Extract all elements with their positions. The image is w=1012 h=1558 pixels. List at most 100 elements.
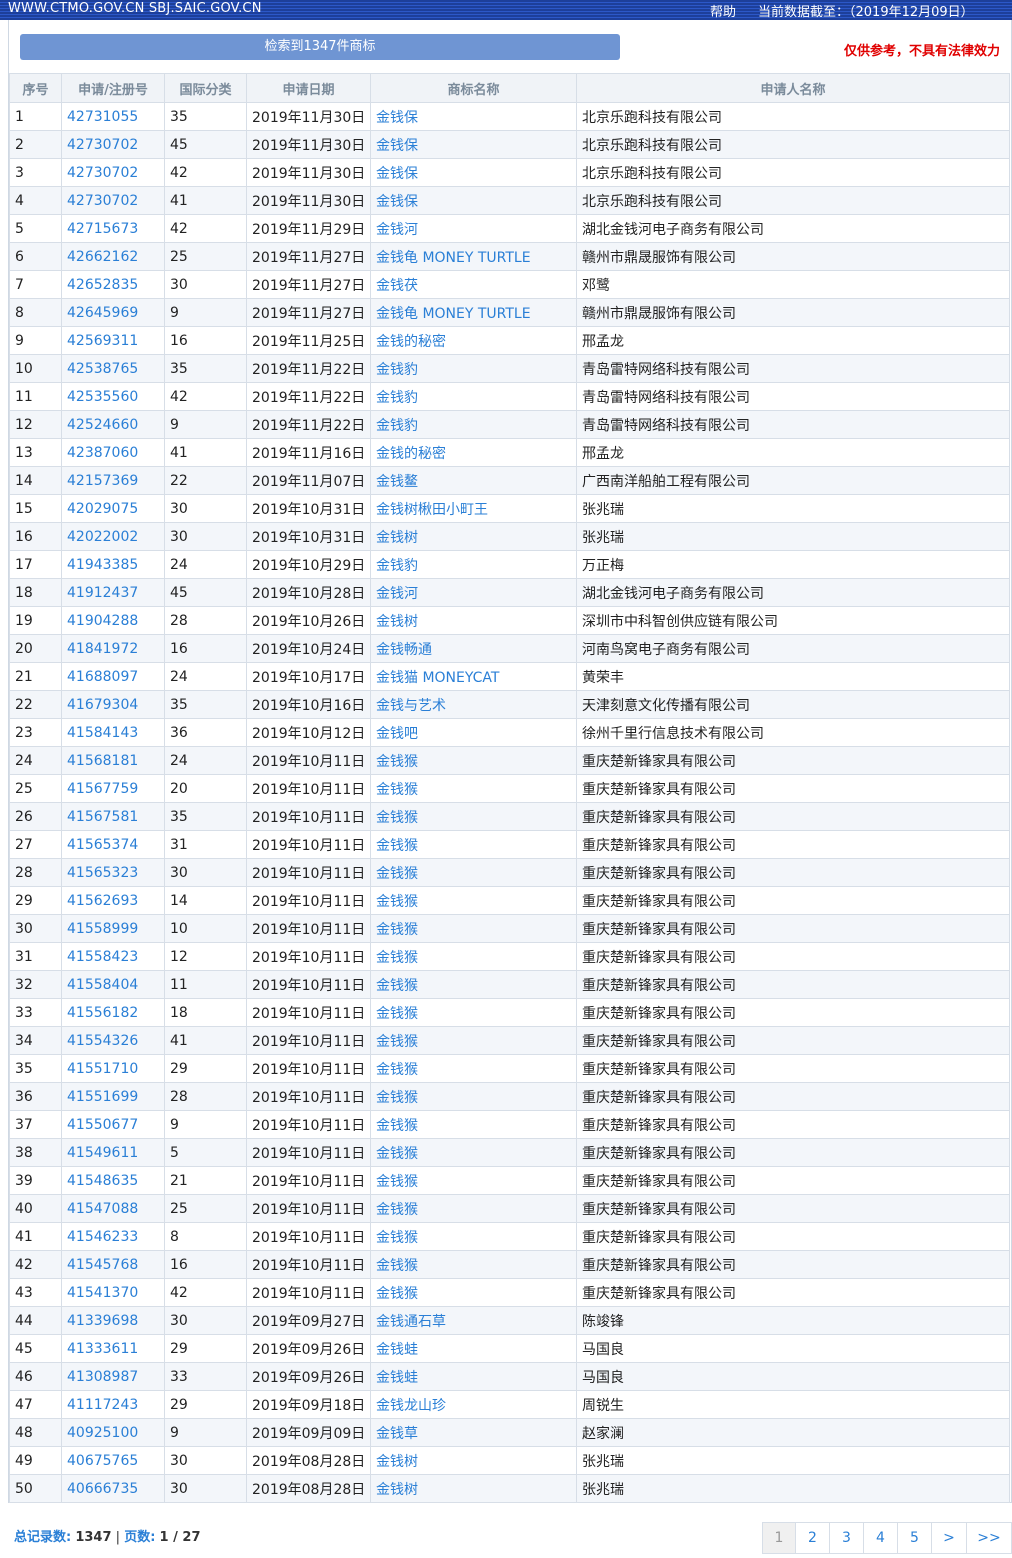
page-current[interactable]: 1 xyxy=(762,1522,796,1554)
reg-number-link[interactable]: 42524660 xyxy=(61,410,165,439)
reg-number-link[interactable]: 42715673 xyxy=(61,214,165,243)
mark-name-link[interactable]: 金钱河 xyxy=(370,578,577,607)
page-link[interactable]: 3 xyxy=(829,1522,864,1554)
mark-name-link[interactable]: 金钱猴 xyxy=(370,914,577,943)
reg-number-link[interactable]: 41333611 xyxy=(61,1334,165,1363)
reg-number-link[interactable]: 42029075 xyxy=(61,494,165,523)
reg-number-link[interactable]: 42535560 xyxy=(61,382,165,411)
mark-name-link[interactable]: 金钱的秘密 xyxy=(370,326,577,355)
reg-number-link[interactable]: 41562693 xyxy=(61,886,165,915)
mark-name-link[interactable]: 金钱猴 xyxy=(370,1082,577,1111)
reg-number-link[interactable]: 41547088 xyxy=(61,1194,165,1223)
mark-name-link[interactable]: 金钱龟 MONEY TURTLE xyxy=(370,298,577,327)
mark-name-link[interactable]: 金钱豹 xyxy=(370,382,577,411)
page-link[interactable]: 2 xyxy=(795,1522,830,1554)
mark-name-link[interactable]: 金钱猴 xyxy=(370,1054,577,1083)
mark-name-link[interactable]: 金钱树 xyxy=(370,606,577,635)
reg-number-link[interactable]: 41549611 xyxy=(61,1138,165,1167)
reg-number-link[interactable]: 42157369 xyxy=(61,466,165,495)
reg-number-link[interactable]: 41308987 xyxy=(61,1362,165,1391)
mark-name-link[interactable]: 金钱鳌 xyxy=(370,466,577,495)
reg-number-link[interactable]: 42538765 xyxy=(61,354,165,383)
reg-number-link[interactable]: 41567581 xyxy=(61,802,165,831)
mark-name-link[interactable]: 金钱猫 MONEYCAT xyxy=(370,662,577,691)
mark-name-link[interactable]: 金钱龟 MONEY TURTLE xyxy=(370,242,577,271)
reg-number-link[interactable]: 41904288 xyxy=(61,606,165,635)
mark-name-link[interactable]: 金钱猴 xyxy=(370,886,577,915)
mark-name-link[interactable]: 金钱河 xyxy=(370,214,577,243)
mark-name-link[interactable]: 金钱保 xyxy=(370,130,577,159)
reg-number-link[interactable]: 41117243 xyxy=(61,1390,165,1419)
reg-number-link[interactable]: 41554326 xyxy=(61,1026,165,1055)
reg-number-link[interactable]: 41565323 xyxy=(61,858,165,887)
mark-name-link[interactable]: 金钱蛙 xyxy=(370,1334,577,1363)
mark-name-link[interactable]: 金钱蛙 xyxy=(370,1362,577,1391)
reg-number-link[interactable]: 41556182 xyxy=(61,998,165,1027)
reg-number-link[interactable]: 41551699 xyxy=(61,1082,165,1111)
mark-name-link[interactable]: 金钱草 xyxy=(370,1418,577,1447)
mark-name-link[interactable]: 金钱保 xyxy=(370,158,577,187)
mark-name-link[interactable]: 金钱畅通 xyxy=(370,634,577,663)
mark-name-link[interactable]: 金钱猴 xyxy=(370,1222,577,1251)
reg-number-link[interactable]: 42022002 xyxy=(61,522,165,551)
reg-number-link[interactable]: 41841972 xyxy=(61,634,165,663)
mark-name-link[interactable]: 金钱树 xyxy=(370,1474,577,1503)
reg-number-link[interactable]: 42652835 xyxy=(61,270,165,299)
reg-number-link[interactable]: 41551710 xyxy=(61,1054,165,1083)
page-link[interactable]: 4 xyxy=(863,1522,898,1554)
mark-name-link[interactable]: 金钱树 xyxy=(370,1446,577,1475)
reg-number-link[interactable]: 41943385 xyxy=(61,550,165,579)
mark-name-link[interactable]: 金钱保 xyxy=(370,102,577,131)
mark-name-link[interactable]: 金钱树楸田小町王 xyxy=(370,494,577,523)
reg-number-link[interactable]: 42730702 xyxy=(61,130,165,159)
reg-number-link[interactable]: 41541370 xyxy=(61,1278,165,1307)
reg-number-link[interactable]: 41546233 xyxy=(61,1222,165,1251)
reg-number-link[interactable]: 41550677 xyxy=(61,1110,165,1139)
reg-number-link[interactable]: 42387060 xyxy=(61,438,165,467)
mark-name-link[interactable]: 金钱豹 xyxy=(370,410,577,439)
reg-number-link[interactable]: 42730702 xyxy=(61,186,165,215)
reg-number-link[interactable]: 41558404 xyxy=(61,970,165,999)
page-link[interactable]: 5 xyxy=(897,1522,932,1554)
mark-name-link[interactable]: 金钱猴 xyxy=(370,830,577,859)
reg-number-link[interactable]: 41558423 xyxy=(61,942,165,971)
reg-number-link[interactable]: 40925100 xyxy=(61,1418,165,1447)
mark-name-link[interactable]: 金钱树 xyxy=(370,522,577,551)
reg-number-link[interactable]: 41567759 xyxy=(61,774,165,803)
mark-name-link[interactable]: 金钱豹 xyxy=(370,550,577,579)
mark-name-link[interactable]: 金钱猴 xyxy=(370,1110,577,1139)
mark-name-link[interactable]: 金钱猴 xyxy=(370,774,577,803)
reg-number-link[interactable]: 42645969 xyxy=(61,298,165,327)
reg-number-link[interactable]: 41584143 xyxy=(61,718,165,747)
mark-name-link[interactable]: 金钱猴 xyxy=(370,858,577,887)
mark-name-link[interactable]: 金钱猴 xyxy=(370,1250,577,1279)
mark-name-link[interactable]: 金钱的秘密 xyxy=(370,438,577,467)
mark-name-link[interactable]: 金钱猴 xyxy=(370,1194,577,1223)
mark-name-link[interactable]: 金钱猴 xyxy=(370,970,577,999)
mark-name-link[interactable]: 金钱与艺术 xyxy=(370,690,577,719)
reg-number-link[interactable]: 41679304 xyxy=(61,690,165,719)
help-link[interactable]: 帮助 xyxy=(710,1,736,20)
reg-number-link[interactable]: 42731055 xyxy=(61,102,165,131)
reg-number-link[interactable]: 42730702 xyxy=(61,158,165,187)
reg-number-link[interactable]: 40666735 xyxy=(61,1474,165,1503)
mark-name-link[interactable]: 金钱通石草 xyxy=(370,1306,577,1335)
reg-number-link[interactable]: 41688097 xyxy=(61,662,165,691)
reg-number-link[interactable]: 42662162 xyxy=(61,242,165,271)
mark-name-link[interactable]: 金钱吧 xyxy=(370,718,577,747)
reg-number-link[interactable]: 41912437 xyxy=(61,578,165,607)
mark-name-link[interactable]: 金钱保 xyxy=(370,186,577,215)
page-link[interactable]: > xyxy=(931,1522,967,1554)
reg-number-link[interactable]: 42569311 xyxy=(61,326,165,355)
mark-name-link[interactable]: 金钱猴 xyxy=(370,746,577,775)
reg-number-link[interactable]: 41568181 xyxy=(61,746,165,775)
mark-name-link[interactable]: 金钱猴 xyxy=(370,1138,577,1167)
mark-name-link[interactable]: 金钱猴 xyxy=(370,998,577,1027)
mark-name-link[interactable]: 金钱猴 xyxy=(370,1026,577,1055)
mark-name-link[interactable]: 金钱豹 xyxy=(370,354,577,383)
reg-number-link[interactable]: 40675765 xyxy=(61,1446,165,1475)
mark-name-link[interactable]: 金钱猴 xyxy=(370,942,577,971)
mark-name-link[interactable]: 金钱龙山珍 xyxy=(370,1390,577,1419)
reg-number-link[interactable]: 41545768 xyxy=(61,1250,165,1279)
reg-number-link[interactable]: 41339698 xyxy=(61,1306,165,1335)
